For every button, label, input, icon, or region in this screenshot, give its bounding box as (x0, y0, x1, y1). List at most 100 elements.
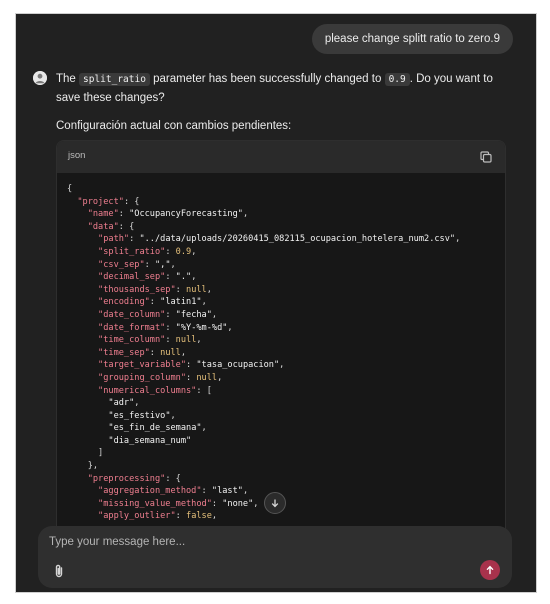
code-token: , (180, 347, 187, 358)
code-token: "adr" (108, 398, 135, 409)
code-token: , (279, 360, 285, 371)
code-token: "data" (87, 221, 119, 232)
chat-window: please change splitt ratio to zero.9 The… (15, 13, 537, 593)
code-token: "grouping_column" (98, 372, 187, 383)
user-message-text: please change splitt ratio to zero.9 (324, 33, 500, 45)
code-token: "latin1" (160, 297, 202, 308)
code-token: : (186, 372, 197, 383)
message-input[interactable] (49, 532, 469, 552)
code-token: : [ (196, 385, 212, 396)
code-line: "decimal_sep": ".", (67, 271, 495, 284)
code-content: { "project": { "name": "OccupancyForecas… (57, 173, 505, 523)
code-token: , (134, 398, 140, 409)
code-token: ] (67, 448, 104, 459)
copy-icon[interactable] (479, 150, 493, 164)
code-line: }, (67, 460, 495, 473)
code-token: "OccupancyForecasting" (129, 209, 243, 220)
arrow-up-icon (486, 565, 494, 575)
code-line: "target_variable": "tasa_ocupacion", (67, 359, 495, 372)
code-token: "aggregation_method" (98, 486, 202, 497)
code-token: : (165, 246, 176, 257)
code-token: "apply_outlier" (98, 511, 176, 522)
message-composer (38, 526, 512, 588)
code-token: null (196, 372, 218, 383)
send-button[interactable] (480, 560, 500, 580)
assistant-text-part: parameter has been successfully changed … (149, 73, 385, 85)
code-token: "fecha" (175, 309, 212, 320)
code-line: "path": "../data/uploads/20260415_082115… (67, 233, 495, 246)
code-token: : (149, 347, 161, 358)
code-line: "es_fin_de_semana", (67, 422, 495, 435)
code-token: : { (118, 221, 135, 232)
code-line: "thousands_sep": null, (67, 284, 495, 297)
code-token: "time_column" (98, 335, 166, 346)
assistant-avatar-icon (33, 71, 47, 85)
code-line: "dia_semana_num" (67, 435, 495, 448)
scroll-to-bottom-button[interactable] (264, 492, 286, 514)
code-token: "preprocessing" (87, 473, 166, 484)
code-token: false (186, 511, 212, 522)
code-token: : (144, 259, 155, 270)
code-token: , (201, 297, 207, 308)
arrow-down-icon (271, 499, 279, 508)
code-token: "missing_value_method" (98, 498, 212, 509)
assistant-message: The split_ratio parameter has been succe… (56, 70, 501, 107)
code-line: "project": { (67, 196, 495, 209)
code-token: "numerical_columns" (98, 385, 197, 396)
code-token: "csv_sep" (98, 259, 145, 270)
code-token: "date_format" (98, 322, 166, 333)
code-token: "none" (222, 498, 254, 509)
code-token: "es_fin_de_semana" (108, 423, 202, 434)
code-token: null (186, 284, 207, 295)
code-token: , (191, 246, 197, 257)
code-token: null (160, 347, 181, 358)
code-token: : { (123, 196, 140, 207)
code-line: "es_festivo", (67, 410, 495, 423)
code-token: "target_variable" (98, 360, 187, 371)
code-token: "../data/uploads/20260415_082115_ocupaci… (139, 234, 456, 245)
code-token: , (191, 272, 197, 283)
code-line: "data": { (67, 221, 495, 234)
code-line: "encoding": "latin1", (67, 296, 495, 309)
code-token: : (118, 209, 130, 220)
code-token: : (175, 284, 187, 295)
code-line: "preprocessing": { (67, 473, 495, 486)
code-line: "time_column": null, (67, 334, 495, 347)
code-token: : (165, 322, 176, 333)
code-line: "date_format": "%Y-%m-%d", (67, 322, 495, 335)
code-token: , (455, 234, 461, 245)
code-token: "," (154, 259, 171, 270)
inline-code-split-ratio: split_ratio (79, 73, 150, 86)
paperclip-icon[interactable] (52, 563, 66, 579)
code-token: , (242, 209, 249, 220)
code-token: null (175, 335, 197, 346)
code-token: , (170, 259, 176, 270)
code-token: { (67, 184, 73, 194)
code-token: "time_sep" (98, 347, 150, 358)
code-token: "split_ratio" (98, 246, 166, 257)
assistant-text-part: The (56, 73, 80, 85)
code-line: "date_column": "fecha", (67, 309, 495, 322)
code-token: "name" (87, 209, 119, 220)
code-line: "name": "OccupancyForecasting", (67, 208, 495, 221)
code-token: "thousands_sep" (98, 284, 176, 295)
